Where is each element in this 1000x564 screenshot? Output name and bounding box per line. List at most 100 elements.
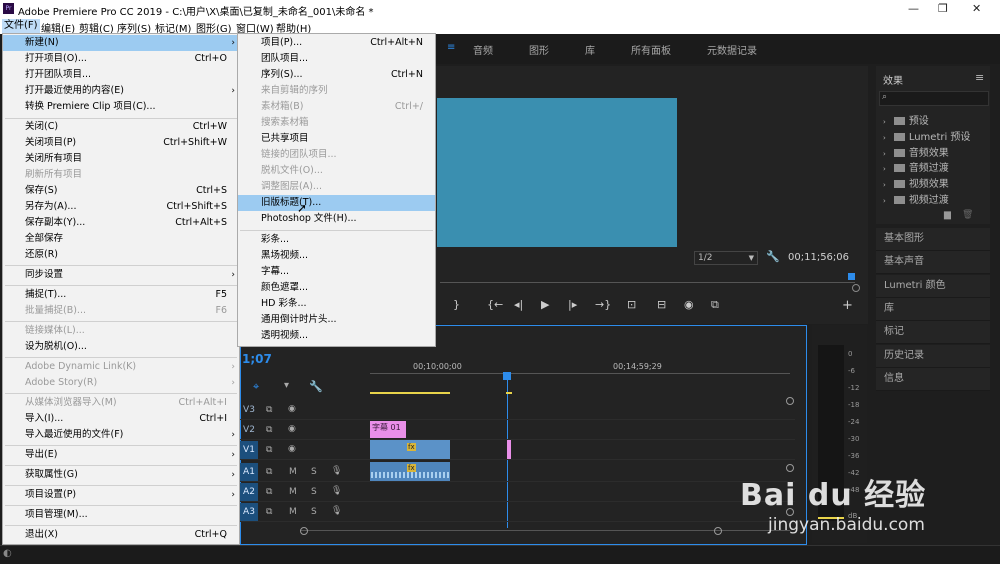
new-project[interactable]: 项目(P)... Ctrl+Alt+N — [238, 35, 435, 51]
new-folder-icon[interactable]: ▆ — [944, 210, 951, 220]
new-hd-bars[interactable]: HD 彩条... — [238, 296, 435, 312]
panel-lumetri-color[interactable]: Lumetri 颜色 — [876, 275, 990, 298]
effects-item[interactable]: › Lumetri 预设 — [883, 128, 970, 143]
track-label-v3[interactable]: V3 — [240, 401, 258, 419]
new-bin[interactable]: 素材箱(B) Ctrl+/ — [238, 99, 435, 115]
effects-search-input[interactable]: ⌕ — [879, 91, 989, 106]
mute-button[interactable]: M — [289, 467, 297, 477]
trash-icon[interactable]: 🗑 — [962, 210, 973, 220]
file-menu-new[interactable]: 新建(N) › — [3, 35, 239, 51]
file-menu-get-properties[interactable]: 获取属性(G) › — [3, 467, 239, 483]
scroll-handle[interactable] — [714, 527, 722, 535]
new-sequence[interactable]: 序列(S)... Ctrl+N — [238, 67, 435, 83]
play-icon[interactable]: ▶ — [541, 298, 549, 311]
step-back-icon[interactable]: ◂| — [514, 298, 523, 311]
workspace-tab-libraries[interactable]: 库 — [585, 42, 595, 57]
compare-icon[interactable]: ⧉ — [711, 298, 719, 312]
sync-lock-icon[interactable]: ⧉ — [266, 405, 272, 415]
effects-item[interactable]: › 预设 — [883, 112, 929, 127]
minimize-icon[interactable]: — — [908, 2, 919, 15]
effects-item[interactable]: › 视频效果 — [883, 175, 949, 190]
timeline-ruler[interactable] — [370, 373, 790, 374]
file-menu-open-recent[interactable]: 打开最近使用的内容(E) › — [3, 83, 239, 99]
new-sequence-from-clip[interactable]: 来自剪辑的序列 — [238, 83, 435, 99]
wrench-icon[interactable]: 🔧 — [309, 380, 323, 393]
mute-button[interactable]: M — [289, 487, 297, 497]
go-to-out-icon[interactable]: →} — [595, 298, 611, 311]
file-menu-dynamic-link[interactable]: Adobe Dynamic Link(K) › — [3, 359, 239, 375]
file-menu-adobe-story[interactable]: Adobe Story(R) › — [3, 375, 239, 391]
extract-icon[interactable]: ⊟ — [657, 298, 666, 311]
solo-button[interactable]: S — [311, 507, 317, 517]
panel-menu-icon[interactable]: ≡ — [975, 71, 984, 84]
file-menu-sync-settings[interactable]: 同步设置 › — [3, 267, 239, 283]
solo-button[interactable]: S — [311, 467, 317, 477]
caption-clip[interactable]: 字幕 01 — [370, 421, 406, 438]
new-adjustment-layer[interactable]: 调整图层(A)... — [238, 179, 435, 195]
lift-icon[interactable]: ⊡ — [627, 298, 636, 311]
effects-item[interactable]: › 音频过渡 — [883, 159, 949, 174]
new-black-video[interactable]: 黑场视频... — [238, 248, 435, 264]
work-area-bar[interactable] — [370, 392, 450, 394]
file-menu-save-copy[interactable]: 保存副本(Y)... Ctrl+Alt+S — [3, 215, 239, 231]
file-menu-close[interactable]: 关闭(C) Ctrl+W — [3, 119, 239, 135]
eye-icon[interactable]: ◉ — [288, 444, 296, 454]
file-menu-save[interactable]: 保存(S) Ctrl+S — [3, 183, 239, 199]
file-menu-close-project[interactable]: 关闭项目(P) Ctrl+Shift+W — [3, 135, 239, 151]
panel-history[interactable]: 历史记录 — [876, 345, 990, 368]
new-bars-and-tone[interactable]: 彩条... — [238, 232, 435, 248]
mute-button[interactable]: M — [289, 507, 297, 517]
file-menu-import[interactable]: 导入(I)... Ctrl+I — [3, 411, 239, 427]
work-area-bar[interactable] — [506, 392, 512, 394]
file-menu-make-offline[interactable]: 设为脱机(O)... — [3, 339, 239, 355]
microphone-icon[interactable]: 🎙 — [331, 466, 342, 476]
new-universal-countdown[interactable]: 通用倒计时片头... — [238, 312, 435, 328]
track-label-a2[interactable]: A2 — [240, 483, 258, 501]
eye-icon[interactable]: ◉ — [288, 424, 296, 434]
effects-item[interactable]: › 音频效果 — [883, 144, 949, 159]
sync-lock-icon[interactable]: ⧉ — [266, 507, 272, 517]
workspace-tab-graphics[interactable]: 图形 — [529, 42, 549, 57]
microphone-icon[interactable]: 🎙 — [331, 506, 342, 516]
file-menu-batch-capture[interactable]: 批量捕捉(B)... F6 — [3, 303, 239, 319]
restore-icon[interactable]: ❐ — [938, 2, 948, 15]
playhead-icon[interactable] — [503, 372, 511, 380]
sync-lock-icon[interactable]: ⧉ — [266, 487, 272, 497]
file-menu-save-all[interactable]: 全部保存 — [3, 231, 239, 247]
workspace-tab-metadata[interactable]: 元数据记录 — [707, 42, 757, 57]
microphone-icon[interactable]: 🎙 — [331, 486, 342, 496]
workspace-menu-icon[interactable]: ≡ — [447, 42, 455, 53]
add-button-icon[interactable]: + — [842, 298, 853, 313]
wrench-icon[interactable]: 🔧 — [766, 250, 780, 263]
step-forward-icon[interactable]: |▸ — [568, 298, 577, 311]
video-clip[interactable] — [507, 440, 511, 459]
file-menu-project-settings[interactable]: 项目设置(P) › — [3, 487, 239, 503]
track-label-a3[interactable]: A3 — [240, 503, 258, 521]
scroll-handle[interactable] — [300, 527, 308, 535]
playhead-bar[interactable] — [440, 282, 855, 283]
panel-markers[interactable]: 标记 — [876, 321, 990, 344]
playhead-marker-icon[interactable] — [848, 273, 855, 280]
file-menu-export[interactable]: 导出(E) › — [3, 447, 239, 463]
file-menu-import-media-browser[interactable]: 从媒体浏览器导入(M) Ctrl+Alt+I — [3, 395, 239, 411]
file-menu-close-all[interactable]: 关闭所有项目 — [3, 151, 239, 167]
file-menu-project-manager[interactable]: 项目管理(M)... — [3, 507, 239, 523]
panel-essential-graphics[interactable]: 基本图形 — [876, 228, 990, 251]
track-label-v1[interactable]: V1 — [240, 441, 258, 459]
sync-lock-icon[interactable]: ⧉ — [266, 425, 272, 435]
file-menu-exit[interactable]: 退出(X) Ctrl+Q — [3, 527, 239, 543]
zoom-handle[interactable] — [852, 284, 860, 292]
track-label-a1[interactable]: A1 — [240, 463, 258, 481]
mark-out-icon[interactable]: } — [453, 298, 460, 311]
sync-lock-icon[interactable]: ⧉ — [266, 467, 272, 477]
go-to-in-icon[interactable]: {← — [487, 298, 503, 311]
file-menu-link-media[interactable]: 链接媒体(L)... — [3, 323, 239, 339]
file-menu-save-as[interactable]: 另存为(A)... Ctrl+Shift+S — [3, 199, 239, 215]
file-menu-revert[interactable]: 还原(R) — [3, 247, 239, 263]
marker-icon[interactable]: ▾ — [284, 380, 289, 391]
workspace-tab-audio[interactable]: 音频 — [473, 42, 493, 57]
new-search-bin[interactable]: 搜索素材箱 — [238, 115, 435, 131]
solo-button[interactable]: S — [311, 487, 317, 497]
track-label-v2[interactable]: V2 — [240, 421, 258, 439]
panel-libraries[interactable]: 库 — [876, 298, 990, 321]
